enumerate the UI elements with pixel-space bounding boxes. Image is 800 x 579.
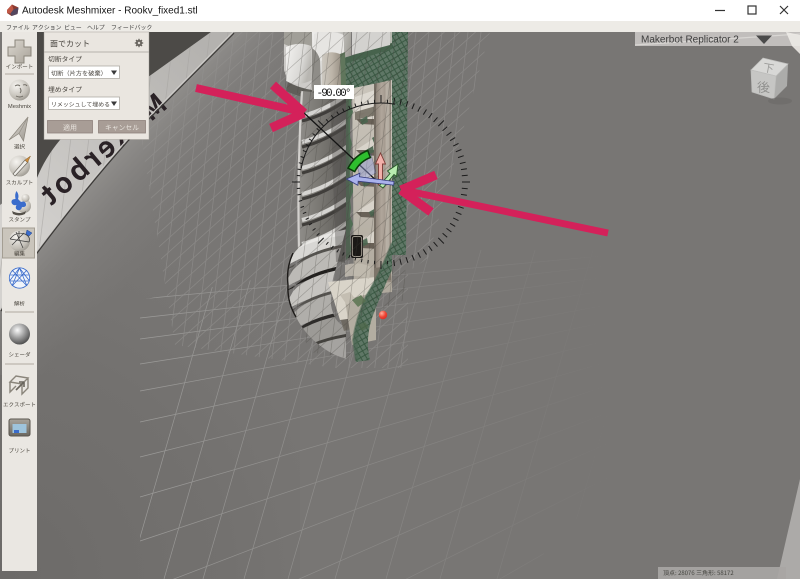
svg-text:Makerbot Replicator 2: Makerbot Replicator 2	[641, 35, 739, 46]
svg-text:-90.00°: -90.00°	[317, 88, 352, 100]
svg-text:Meshmix: Meshmix	[8, 104, 31, 110]
svg-text:Autodesk Meshmixer - Rookv_fix: Autodesk Meshmixer - Rookv_fixed1.stl	[22, 6, 198, 17]
